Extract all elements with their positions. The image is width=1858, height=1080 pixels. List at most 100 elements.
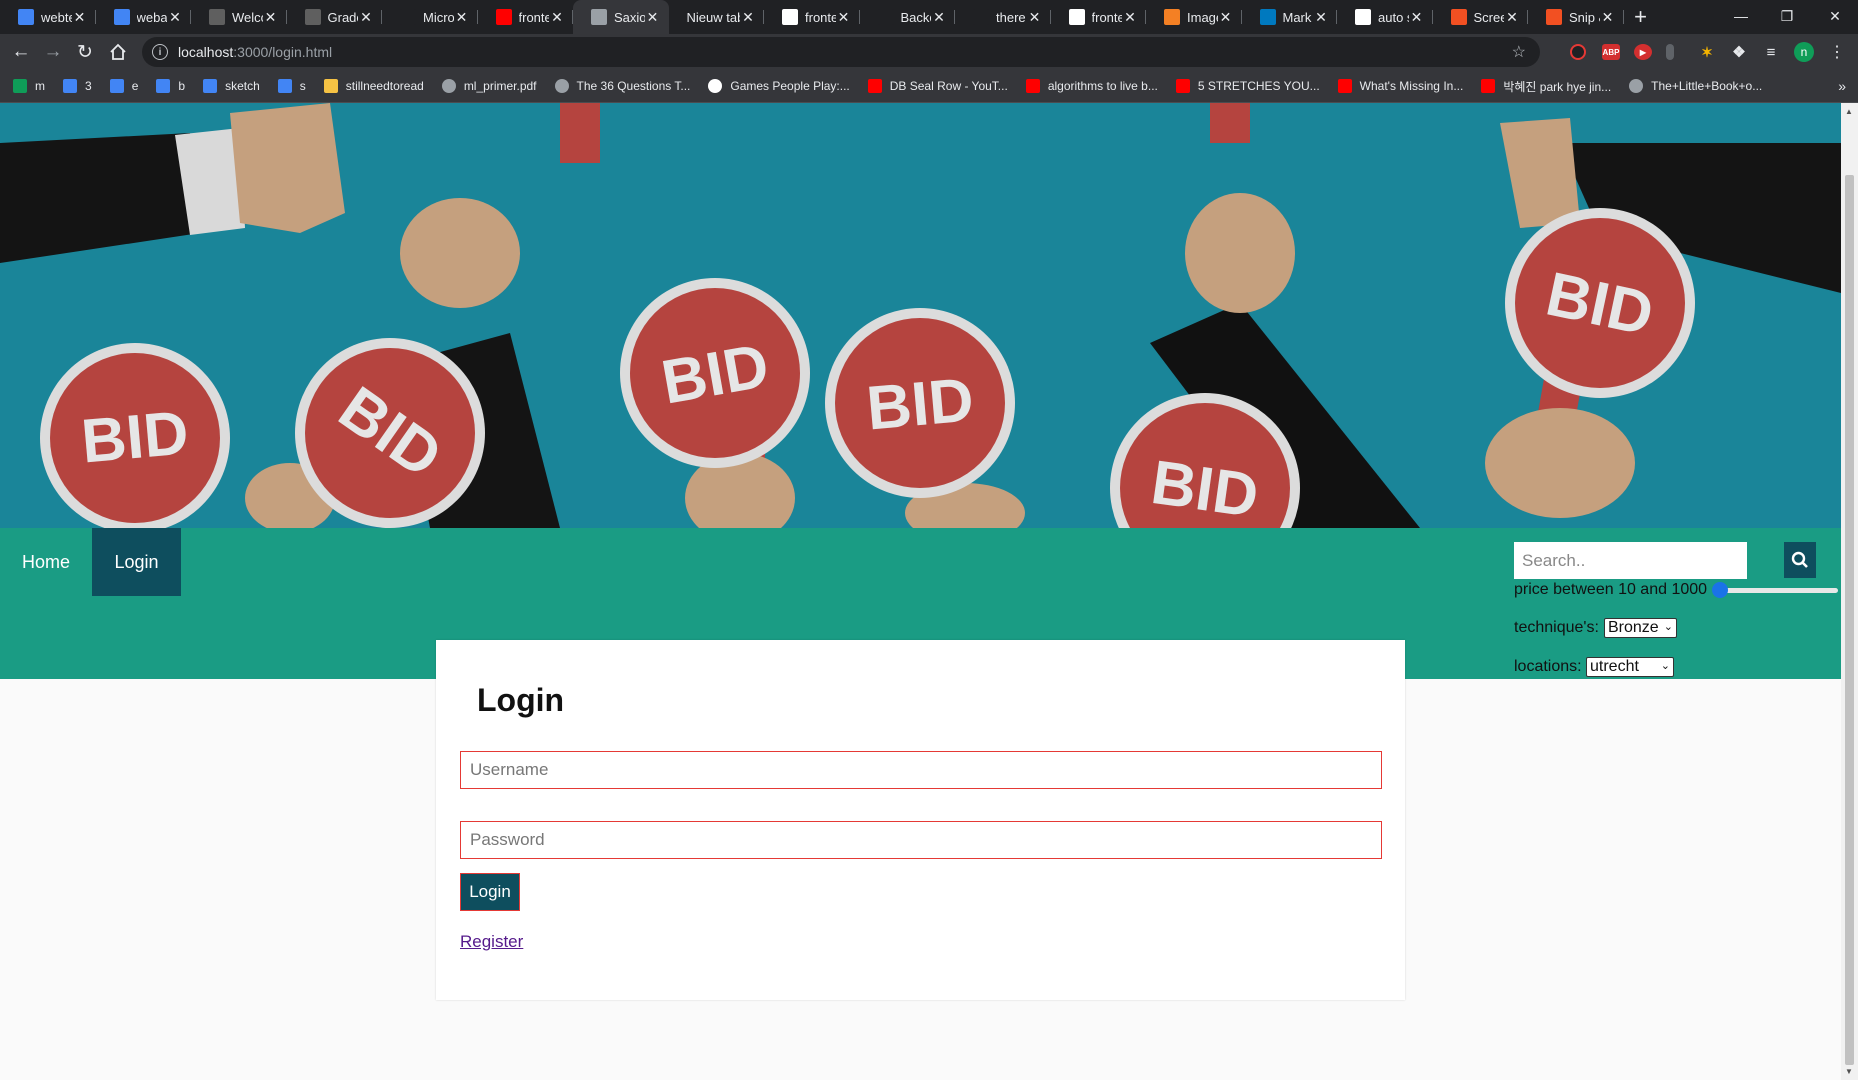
browser-tab[interactable]: Grade✕ [287, 0, 382, 34]
close-tab-icon[interactable]: ✕ [454, 9, 470, 26]
reload-icon[interactable]: ↻ [70, 37, 100, 67]
close-tab-icon[interactable]: ✕ [263, 9, 279, 26]
multicolor-extension-icon[interactable]: ✶ [1698, 44, 1716, 60]
bookmark-item[interactable]: The+Little+Book+o... [1629, 79, 1762, 93]
bookmark-item[interactable]: DB Seal Row - YouT... [867, 79, 1008, 93]
browser-tab[interactable]: Backe✕ [860, 0, 955, 34]
price-slider[interactable] [1712, 582, 1838, 598]
close-tab-icon[interactable]: ✕ [358, 9, 374, 26]
globe-icon [441, 79, 456, 93]
forward-icon[interactable]: → [38, 37, 68, 67]
scroll-down-icon[interactable]: ▼ [1845, 1067, 1853, 1076]
media-extension-icon[interactable] [1570, 44, 1586, 60]
video-extension-icon[interactable]: ▶ [1634, 44, 1652, 60]
browser-tab[interactable]: Welco✕ [191, 0, 287, 34]
close-tab-icon[interactable]: ✕ [1313, 9, 1329, 26]
price-slider-thumb[interactable] [1712, 582, 1729, 598]
minimize-icon[interactable]: — [1718, 0, 1764, 32]
bookmark-item[interactable]: 3 [63, 79, 92, 93]
browser-tab[interactable]: Nieuw tab ✕ [669, 0, 764, 34]
login-button[interactable]: Login [460, 873, 520, 911]
browser-tab[interactable]: Scree ✕ [1433, 0, 1528, 34]
close-tab-icon[interactable]: ✕ [1218, 9, 1234, 26]
site-info-icon[interactable]: i [152, 44, 168, 60]
trello-icon [1259, 9, 1276, 25]
username-field[interactable] [460, 751, 1382, 789]
close-tab-icon[interactable]: ✕ [1122, 9, 1138, 26]
browser-tab[interactable]: fronte ✕ [478, 0, 573, 34]
browser-tab[interactable]: auto s✕ [1337, 0, 1433, 34]
browser-tab[interactable]: Saxion✕ [573, 0, 669, 34]
mouse-extension-icon[interactable] [1666, 44, 1674, 60]
more-bookmarks-icon[interactable]: » [1838, 78, 1846, 94]
locations-select[interactable]: utrecht ⌄ [1586, 657, 1674, 677]
page-viewport: BID BID BID BID BID BID Home Login price… [0, 103, 1841, 1080]
google-docs-icon [18, 9, 34, 25]
browser-tab[interactable]: Mark ✕ [1242, 0, 1337, 34]
close-tab-icon[interactable]: ✕ [645, 9, 661, 26]
browser-tab[interactable]: there ✕ [955, 0, 1051, 34]
browser-tab[interactable]: Micro ✕ [382, 0, 478, 34]
close-tab-icon[interactable]: ✕ [549, 9, 565, 26]
bookmark-item[interactable]: m [13, 79, 45, 93]
browser-menu-icon[interactable]: ⋮ [1822, 37, 1852, 67]
bookmark-item[interactable]: 5 STRETCHES YOU... [1175, 79, 1320, 93]
close-tab-icon[interactable]: ✕ [1504, 9, 1520, 26]
close-tab-icon[interactable]: ✕ [931, 9, 947, 26]
bookmark-item[interactable]: b [156, 79, 185, 93]
profile-avatar[interactable]: n [1794, 42, 1814, 62]
adblock-plus-icon[interactable]: ABP [1602, 44, 1620, 60]
bookmark-item[interactable]: Games People Play:... [708, 79, 850, 93]
bookmark-item[interactable]: s [277, 79, 306, 93]
browser-tab[interactable]: webte✕ [0, 0, 96, 34]
google-sheets-icon [13, 79, 27, 93]
browser-tab[interactable]: webap✕ [96, 0, 191, 34]
bookmark-item[interactable]: The 36 Questions T... [554, 79, 690, 93]
technique-select[interactable]: Bronze ⌄ [1604, 618, 1677, 638]
close-tab-icon[interactable]: ✕ [1027, 9, 1043, 26]
address-bar[interactable]: i localhost:3000/login.html ☆ [142, 37, 1540, 67]
close-tab-icon[interactable]: ✕ [1600, 9, 1616, 26]
close-tab-icon[interactable]: ✕ [836, 9, 852, 26]
bid-sign-text: BID [864, 365, 976, 443]
bookmark-item[interactable]: stillneedtoread [323, 79, 424, 93]
home-icon[interactable] [103, 37, 133, 67]
browser-tab[interactable]: Snip &✕ [1528, 0, 1624, 34]
nav-home[interactable]: Home [0, 528, 92, 596]
scroll-up-icon[interactable]: ▲ [1845, 107, 1853, 116]
tab-title: Grade [327, 9, 359, 25]
google-docs-icon [63, 79, 77, 93]
password-field[interactable] [460, 821, 1382, 859]
browser-tab[interactable]: Image✕ [1146, 0, 1242, 34]
nav-login[interactable]: Login [92, 528, 181, 596]
search-button[interactable] [1784, 542, 1816, 578]
close-tab-icon[interactable]: ✕ [72, 9, 88, 26]
bookmark-item[interactable]: algorithms to live b... [1025, 79, 1158, 93]
chevron-down-icon: ⌄ [1663, 621, 1673, 633]
close-tab-icon[interactable]: ✕ [1409, 9, 1425, 26]
extensions-puzzle-icon[interactable]: ❖ [1730, 44, 1748, 61]
restore-icon[interactable]: ❐ [1764, 0, 1810, 32]
page-scrollbar[interactable]: ▲ ▼ [1841, 103, 1858, 1080]
google-icon [782, 9, 798, 25]
close-window-icon[interactable]: ✕ [1812, 0, 1858, 32]
reading-list-icon[interactable]: ≡ [1762, 44, 1780, 61]
register-link[interactable]: Register [460, 932, 523, 952]
bookmark-item[interactable]: What's Missing In... [1337, 79, 1463, 93]
browser-tab[interactable]: fronte ✕ [1051, 0, 1146, 34]
back-icon[interactable]: ← [6, 37, 36, 67]
new-tab-button[interactable]: + [1624, 0, 1658, 34]
browser-tab[interactable]: fronte ✕ [764, 0, 860, 34]
bookmark-item[interactable]: e [109, 79, 138, 93]
tab-title: Image [1187, 9, 1218, 25]
tab-title: Micro [423, 9, 454, 25]
search-input[interactable] [1514, 542, 1747, 579]
close-tab-icon[interactable]: ✕ [167, 9, 183, 26]
bookmark-item[interactable]: ml_primer.pdf [441, 79, 537, 93]
bookmark-star-icon[interactable]: ☆ [1512, 42, 1526, 62]
scrollbar-thumb[interactable] [1845, 175, 1854, 1065]
bookmark-item[interactable]: sketch [203, 79, 260, 93]
close-tab-icon[interactable]: ✕ [740, 9, 756, 26]
bookmark-item[interactable]: 박혜진 park hye jin... [1481, 78, 1611, 95]
tab-title: fronte [518, 9, 550, 25]
